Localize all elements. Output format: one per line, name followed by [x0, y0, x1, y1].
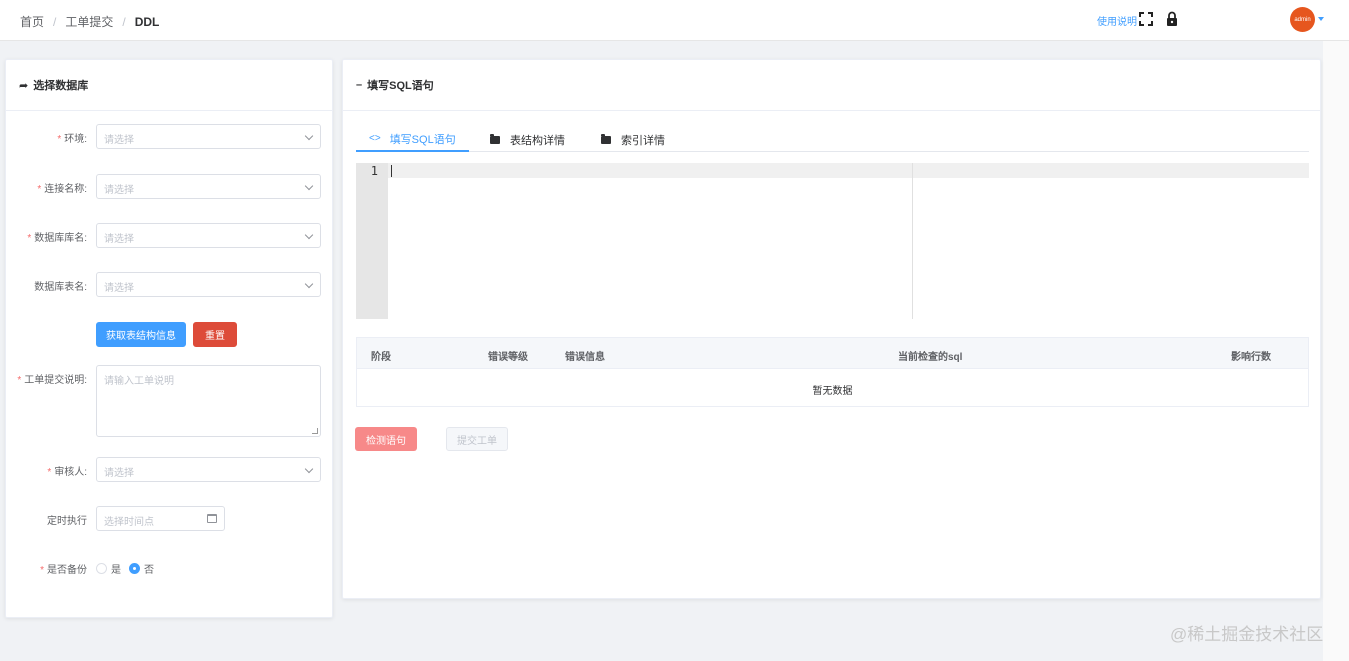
- tab-label: 索引详情: [621, 134, 665, 147]
- radio-circle-checked[interactable]: [129, 563, 140, 574]
- breadcrumb-section[interactable]: 工单提交: [65, 13, 113, 30]
- sql-editor-card: – 填写SQL语句 <> 填写SQL语句 表结构详情 索引详情 1 阶段 错误等…: [342, 59, 1321, 599]
- editor-gutter: 1: [356, 163, 388, 319]
- folder-icon: [601, 133, 611, 144]
- caret-down-icon[interactable]: [1318, 17, 1324, 21]
- radio-no[interactable]: 否: [129, 561, 154, 576]
- active-line: [388, 163, 1309, 178]
- help-link[interactable]: 使用说明: [1097, 13, 1137, 28]
- radio-yes[interactable]: 是: [96, 561, 121, 576]
- column-header: 错误等级: [488, 352, 528, 363]
- code-icon: <>: [369, 133, 381, 144]
- placeholder: 请选择: [104, 135, 134, 146]
- column-header: 错误信息: [565, 352, 605, 363]
- breadcrumb: 首页 / 工单提交 / DDL: [20, 13, 159, 30]
- placeholder: 选择时间点: [104, 517, 154, 528]
- chevron-down-icon: [304, 230, 314, 240]
- db-name-label: * 数据库库名:: [27, 233, 87, 244]
- tab-bar: <> 填写SQL语句 表结构详情 索引详情: [356, 127, 1309, 152]
- radio-circle[interactable]: [96, 563, 107, 574]
- tab-index-details[interactable]: 索引详情: [601, 127, 665, 152]
- placeholder: 请选择: [104, 283, 134, 294]
- env-select[interactable]: 请选择: [96, 124, 321, 149]
- column-header: 阶段: [371, 352, 391, 363]
- schedule-date-picker[interactable]: 选择时间点: [96, 506, 225, 531]
- placeholder: 请选择: [104, 468, 134, 479]
- backup-radio-group: 是 否: [96, 561, 162, 576]
- breadcrumb-separator: /: [53, 14, 57, 29]
- connection-select[interactable]: 请选择: [96, 174, 321, 199]
- connection-label: * 连接名称:: [37, 184, 87, 195]
- chevron-down-icon: [304, 464, 314, 474]
- folder-icon: [490, 133, 500, 144]
- table-name-label: 数据库表名:: [34, 282, 87, 293]
- reviewer-select[interactable]: 请选择: [96, 457, 321, 482]
- tab-table-structure[interactable]: 表结构详情: [490, 127, 565, 152]
- radio-no-label: 否: [144, 565, 154, 576]
- line-number: 1: [370, 164, 378, 178]
- column-header: 影响行数: [1231, 352, 1271, 363]
- resize-handle[interactable]: [312, 428, 318, 434]
- card-title: 选择数据库: [33, 80, 89, 92]
- minus-icon: –: [356, 79, 363, 91]
- scrollbar-track[interactable]: [1323, 41, 1349, 661]
- chevron-down-icon: [304, 131, 314, 141]
- watermark: @稀土掘金技术社区: [1170, 625, 1324, 644]
- radio-yes-label: 是: [111, 565, 121, 576]
- top-bar: 首页 / 工单提交 / DDL 使用说明 admin: [0, 0, 1349, 41]
- check-statement-button[interactable]: 检测语句: [355, 427, 417, 451]
- share-arrow-icon: ➦: [19, 79, 29, 92]
- breadcrumb-current: DDL: [134, 14, 160, 29]
- breadcrumb-home[interactable]: 首页: [20, 13, 44, 30]
- description-textarea[interactable]: 请输入工单说明: [96, 365, 321, 437]
- column-header: 当前检查的sql: [898, 352, 963, 363]
- sql-code-editor[interactable]: 1: [356, 163, 1309, 319]
- print-margin: [912, 163, 913, 319]
- calendar-icon: [207, 514, 217, 523]
- placeholder: 请选择: [104, 185, 134, 196]
- card-header: ➦ 选择数据库: [6, 60, 332, 111]
- fullscreen-icon[interactable]: [1139, 12, 1153, 26]
- reset-button[interactable]: 重置: [193, 322, 237, 347]
- schedule-label: 定时执行: [47, 516, 87, 527]
- select-database-card: ➦ 选择数据库 * 环境: 请选择 * 连接名称: 请选择 * 数据库库名: 请选择 …: [5, 59, 333, 618]
- card-title: 填写SQL语句: [367, 80, 434, 92]
- avatar[interactable]: admin: [1290, 7, 1315, 32]
- empty-text: 暂无数据: [812, 386, 853, 397]
- db-name-select[interactable]: 请选择: [96, 223, 321, 248]
- submit-ticket-button[interactable]: 提交工单: [446, 427, 508, 451]
- avatar-label: admin: [1294, 16, 1311, 23]
- env-label: * 环境:: [57, 134, 87, 145]
- fetch-table-info-button[interactable]: 获取表结构信息: [96, 322, 186, 347]
- reviewer-label: * 审核人:: [47, 467, 87, 478]
- text-cursor: [391, 165, 392, 177]
- table-name-select[interactable]: 请选择: [96, 272, 321, 297]
- chevron-down-icon: [304, 181, 314, 191]
- tab-label: 表结构详情: [510, 134, 565, 147]
- table-header: 阶段 错误等级 错误信息 当前检查的sql 影响行数: [357, 338, 1308, 369]
- placeholder: 请输入工单说明: [104, 376, 174, 387]
- card-header: – 填写SQL语句: [343, 60, 1320, 111]
- check-results-table: 阶段 错误等级 错误信息 当前检查的sql 影响行数 暂无数据: [356, 337, 1309, 407]
- description-label: * 工单提交说明:: [17, 375, 87, 386]
- chevron-down-icon: [304, 279, 314, 289]
- lock-icon[interactable]: [1166, 11, 1178, 26]
- breadcrumb-separator: /: [122, 14, 126, 29]
- backup-label: * 是否备份: [40, 565, 87, 576]
- tab-sql[interactable]: <> 填写SQL语句: [356, 127, 469, 152]
- tab-label: 填写SQL语句: [389, 133, 456, 146]
- placeholder: 请选择: [104, 234, 134, 245]
